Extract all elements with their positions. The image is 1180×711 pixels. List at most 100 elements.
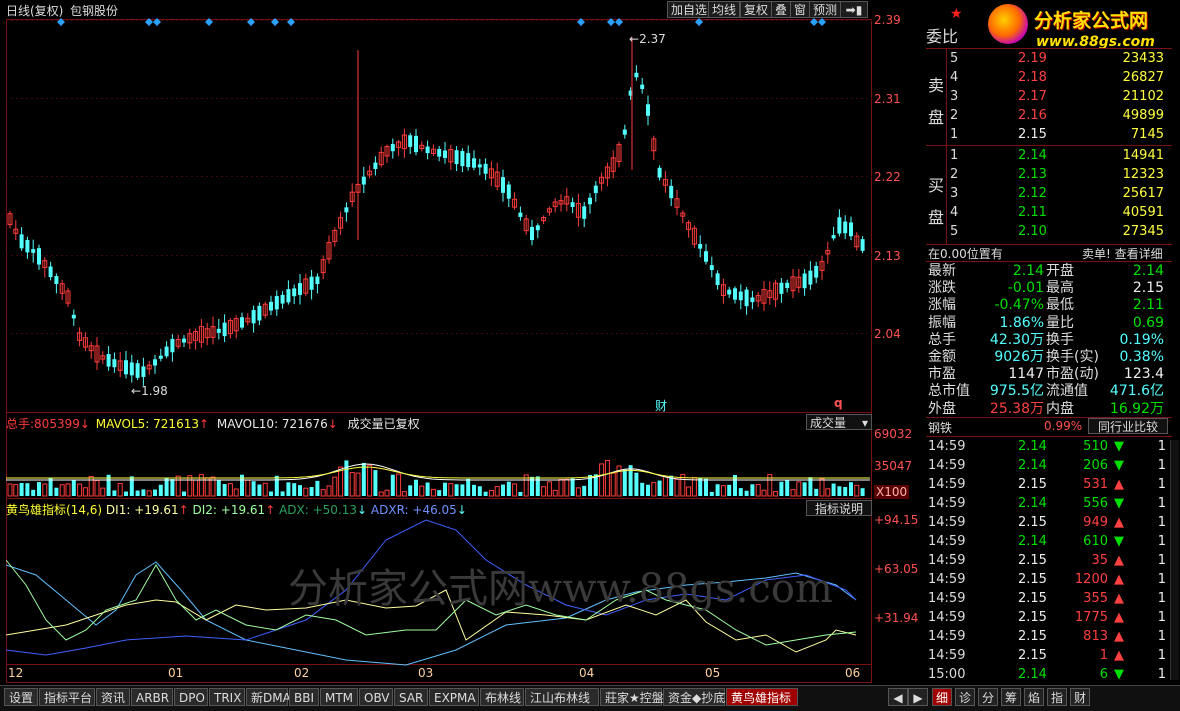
overlay-button[interactable]: 叠 bbox=[771, 1, 792, 18]
tick-time: 14:59 bbox=[928, 534, 966, 549]
volume-dropdown[interactable]: 成交量 ▾ bbox=[806, 414, 872, 430]
tick-row[interactable]: 14:59 2.14 556 ▼ 1 bbox=[928, 494, 1168, 513]
stat-row: 总市值 975.5亿 流通值 471.6亿 bbox=[926, 382, 1168, 400]
volume-bar bbox=[13, 484, 19, 497]
forecast-button[interactable]: 预测 bbox=[809, 1, 842, 18]
volume-bar bbox=[610, 472, 616, 497]
mavol5-arrow: ↑ bbox=[198, 417, 210, 431]
bottom-tab[interactable]: 江山布林线 bbox=[525, 688, 599, 706]
tick-volume: 610 bbox=[1083, 534, 1108, 549]
panel-tab[interactable]: 细 bbox=[932, 688, 952, 706]
volume-bar bbox=[720, 485, 726, 497]
adjust-button[interactable]: 复权 bbox=[740, 1, 773, 18]
tick-row[interactable]: 14:59 2.14 206 ▼ 1 bbox=[928, 456, 1168, 475]
tick-scrollbar[interactable] bbox=[1170, 440, 1179, 680]
panel-tab[interactable]: 财 bbox=[1070, 688, 1090, 706]
tick-row[interactable]: 14:59 2.14 610 ▼ 1 bbox=[928, 532, 1168, 551]
sell-order-row[interactable]: 3 2.17 21102 bbox=[926, 88, 1168, 106]
candle bbox=[808, 270, 813, 285]
arrow-down-icon: ▼ bbox=[1114, 496, 1124, 511]
bottom-tab[interactable]: EXPMA bbox=[429, 688, 479, 706]
order-price: 2.16 bbox=[1018, 108, 1047, 123]
order-volume: 27345 bbox=[1122, 224, 1164, 239]
order-level: 4 bbox=[950, 70, 959, 85]
expand-icon[interactable]: ➡▮ bbox=[840, 1, 868, 18]
buy-order-row[interactable]: 1 2.14 14941 bbox=[926, 147, 1168, 165]
bottom-tab[interactable]: 资金◆抄底 bbox=[663, 688, 725, 706]
finance-marker[interactable]: 财 bbox=[655, 397, 667, 414]
order-level: 1 bbox=[950, 127, 959, 142]
tick-row[interactable]: 14:59 2.15 1775 ▲ 1 bbox=[928, 608, 1168, 627]
volume-bar bbox=[286, 482, 291, 496]
panel-tab[interactable]: 分 bbox=[978, 688, 998, 706]
volume-bar bbox=[349, 471, 355, 497]
sell-order-row[interactable]: 4 2.18 26827 bbox=[926, 69, 1168, 87]
bottom-tab[interactable]: 指标平台 bbox=[39, 688, 95, 706]
q-marker[interactable]: q bbox=[834, 396, 843, 410]
order-level: 3 bbox=[950, 89, 959, 104]
candle bbox=[750, 297, 755, 303]
volume-bar bbox=[814, 488, 819, 496]
bottom-tab[interactable]: 莊家★控盤 bbox=[600, 688, 664, 706]
scroll-left-icon[interactable]: ◀ bbox=[888, 688, 908, 706]
tick-row[interactable]: 14:59 2.15 1 ▲ 1 bbox=[928, 646, 1168, 665]
bottom-tab[interactable]: ARBR bbox=[131, 688, 173, 706]
tick-count: 1 bbox=[1157, 534, 1166, 549]
stat-row: 最新 2.14 开盘 2.14 bbox=[926, 262, 1168, 280]
scroll-right-icon[interactable]: ▶ bbox=[908, 688, 928, 706]
panel-tab[interactable]: 焰 bbox=[1024, 688, 1044, 706]
sector-name[interactable]: 钢铁 bbox=[928, 419, 952, 436]
bottom-tab[interactable]: DPO bbox=[174, 688, 208, 706]
bottom-tab[interactable]: 资讯 bbox=[96, 688, 130, 706]
mavol10-label: MAVOL10: 721676 bbox=[216, 417, 328, 431]
volume-bar bbox=[158, 484, 163, 496]
bottom-tab[interactable]: 新DMA bbox=[246, 688, 291, 706]
buy-order-row[interactable]: 3 2.12 25617 bbox=[926, 185, 1168, 203]
stat-label: 最高 bbox=[1046, 280, 1074, 297]
stat-value: 975.5亿 bbox=[989, 383, 1044, 400]
buy-order-row[interactable]: 2 2.13 12323 bbox=[926, 166, 1168, 184]
tick-row[interactable]: 14:59 2.15 35 ▲ 1 bbox=[928, 551, 1168, 570]
sell-order-row[interactable]: 5 2.19 23433 bbox=[926, 50, 1168, 68]
indicator-help-button[interactable]: 指标说明 bbox=[806, 500, 872, 516]
sell-order-row[interactable]: 1 2.15 7145 bbox=[926, 126, 1168, 144]
panel-tab[interactable]: 筹 bbox=[1001, 688, 1021, 706]
bottom-tab[interactable]: SAR bbox=[394, 688, 428, 706]
tick-row[interactable]: 14:59 2.15 1200 ▲ 1 bbox=[928, 570, 1168, 589]
tick-row[interactable]: 15:00 2.14 6 ▼ 1 bbox=[928, 665, 1168, 684]
bottom-tab[interactable]: OBV bbox=[359, 688, 393, 706]
volume-bar bbox=[466, 478, 471, 496]
buy-order-row[interactable]: 5 2.10 27345 bbox=[926, 223, 1168, 241]
bottom-tab[interactable]: BBI bbox=[289, 688, 319, 706]
tick-row[interactable]: 14:59 2.15 355 ▲ 1 bbox=[928, 589, 1168, 608]
view-details-link[interactable]: 卖单! 查看详细 bbox=[1082, 245, 1163, 262]
bottom-tab[interactable]: 黄鸟雄指标 bbox=[726, 688, 798, 706]
tick-row[interactable]: 14:59 2.15 813 ▲ 1 bbox=[928, 627, 1168, 646]
tick-row[interactable]: 14:59 2.14 510 ▼ 1 bbox=[928, 437, 1168, 456]
add-watchlist-button[interactable]: 加自选 bbox=[667, 1, 712, 18]
volume-bar bbox=[251, 481, 256, 496]
candle bbox=[744, 289, 749, 307]
volume-bar bbox=[257, 484, 262, 496]
tick-row[interactable]: 14:59 2.15 949 ▲ 1 bbox=[928, 513, 1168, 532]
panel-tab[interactable]: 指 bbox=[1047, 688, 1067, 706]
ma-button[interactable]: 均线 bbox=[708, 1, 741, 18]
bottom-tab[interactable]: MTM bbox=[320, 688, 358, 706]
tick-count: 1 bbox=[1157, 477, 1166, 492]
volume-bar bbox=[761, 489, 767, 497]
panel-tab[interactable]: 诊 bbox=[955, 688, 975, 706]
order-volume: 7145 bbox=[1130, 127, 1164, 142]
bottom-tab[interactable]: TRIX bbox=[209, 688, 245, 706]
bottom-tab[interactable]: 布林线 bbox=[480, 688, 524, 706]
sell-order-row[interactable]: 2 2.16 49899 bbox=[926, 107, 1168, 125]
buy-order-row[interactable]: 4 2.11 40591 bbox=[926, 204, 1168, 222]
stat-label: 总手 bbox=[928, 331, 956, 348]
tick-time: 14:59 bbox=[928, 629, 966, 644]
tick-row[interactable]: 14:59 2.15 531 ▲ 1 bbox=[928, 475, 1168, 494]
window-button[interactable]: 窗 bbox=[790, 1, 811, 18]
stat-label: 总市值 bbox=[928, 383, 970, 400]
candle bbox=[309, 276, 314, 290]
compare-industry-button[interactable]: 同行业比较 bbox=[1088, 418, 1168, 434]
bottom-tab[interactable]: 设置 bbox=[4, 688, 38, 706]
tick-price: 2.15 bbox=[1018, 477, 1047, 492]
